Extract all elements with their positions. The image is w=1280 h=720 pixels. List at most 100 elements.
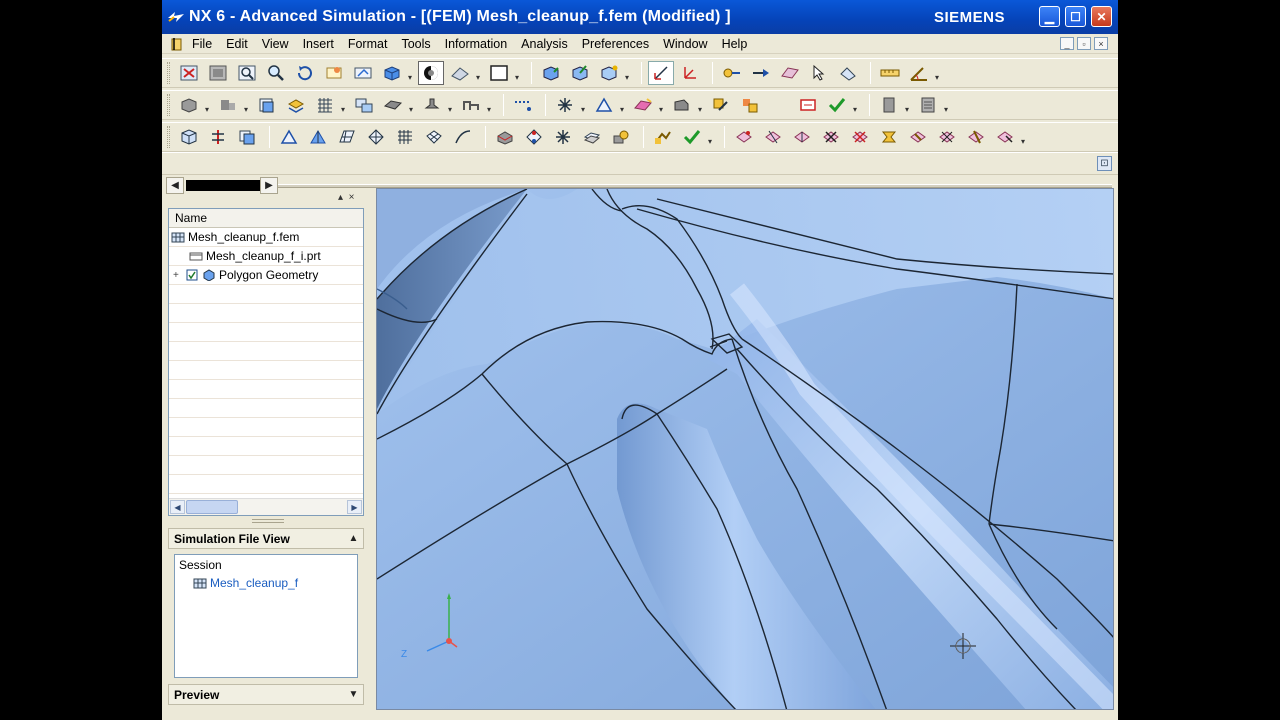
edge-merge-icon[interactable] bbox=[363, 125, 389, 149]
select-face-icon[interactable] bbox=[538, 61, 564, 85]
toolbar-grip[interactable] bbox=[167, 126, 170, 148]
point-icon[interactable] bbox=[719, 61, 745, 85]
refresh-icon[interactable] bbox=[321, 61, 347, 85]
physical-icon[interactable] bbox=[737, 93, 763, 117]
tree-item-idealized-part[interactable]: Mesh_cleanup_f_i.prt bbox=[169, 247, 363, 266]
fillet-icon[interactable] bbox=[847, 125, 873, 149]
connector-icon[interactable] bbox=[419, 93, 445, 117]
select-edge-icon[interactable] bbox=[567, 61, 593, 85]
collapse-up-icon[interactable]: ▲ bbox=[346, 531, 361, 546]
background-icon[interactable] bbox=[447, 61, 473, 85]
display-frame-dropdown[interactable]: ▾ bbox=[515, 73, 521, 82]
polygon-body-icon[interactable] bbox=[176, 125, 202, 149]
mdi-minimize-button[interactable]: _ bbox=[1060, 37, 1074, 50]
check-dropdown[interactable]: ▾ bbox=[853, 105, 859, 114]
element-edit-icon[interactable] bbox=[380, 93, 406, 117]
split-edge-icon[interactable] bbox=[492, 125, 518, 149]
auto-heal-icon[interactable] bbox=[334, 125, 360, 149]
tree-item-fem[interactable]: Mesh_cleanup_f.fem bbox=[169, 228, 363, 247]
column-header-name[interactable]: Name bbox=[169, 209, 363, 228]
panel-splitter[interactable] bbox=[252, 519, 284, 523]
reset-icon[interactable] bbox=[818, 125, 844, 149]
measure-icon[interactable] bbox=[835, 61, 861, 85]
chamfer-icon[interactable] bbox=[992, 125, 1018, 149]
tree-item-polygon-geometry[interactable]: + Polygon Geometry bbox=[169, 266, 363, 285]
resolve-icon[interactable] bbox=[650, 125, 676, 149]
filter-icon[interactable] bbox=[806, 61, 832, 85]
face-split-icon[interactable] bbox=[276, 125, 302, 149]
edge-display-icon[interactable] bbox=[418, 61, 444, 85]
fit-icon[interactable] bbox=[176, 61, 202, 85]
match-edges-icon[interactable] bbox=[550, 125, 576, 149]
menu-window[interactable]: Window bbox=[663, 37, 707, 51]
background-dropdown[interactable]: ▾ bbox=[476, 73, 482, 82]
surface-coat-icon[interactable] bbox=[630, 93, 656, 117]
minimize-button[interactable]: ▁ bbox=[1039, 6, 1060, 27]
element-create-icon[interactable] bbox=[351, 93, 377, 117]
checkbox-checked-icon[interactable] bbox=[185, 269, 199, 281]
mesh-mapped-icon[interactable] bbox=[215, 93, 241, 117]
partition-icon[interactable] bbox=[905, 125, 931, 149]
menu-information[interactable]: Information bbox=[445, 37, 508, 51]
maximize-button[interactable]: ☐ bbox=[1065, 6, 1086, 27]
snap-view-icon[interactable] bbox=[350, 61, 376, 85]
display-frame-icon[interactable] bbox=[486, 61, 512, 85]
select-node-icon[interactable] bbox=[596, 61, 622, 85]
page-icon[interactable] bbox=[795, 93, 821, 117]
grid-dropdown[interactable]: ▾ bbox=[341, 105, 347, 114]
nav-scroll-right-icon[interactable]: ▶ bbox=[260, 177, 278, 194]
abstract-icon[interactable] bbox=[608, 125, 634, 149]
check-icon[interactable] bbox=[824, 93, 850, 117]
render-style-dropdown[interactable]: ▾ bbox=[408, 73, 414, 82]
weld-dropdown[interactable]: ▾ bbox=[487, 105, 493, 114]
expand-icon[interactable]: + bbox=[173, 270, 185, 281]
zoom-window-icon[interactable] bbox=[234, 61, 260, 85]
resource-tab-track[interactable] bbox=[186, 180, 261, 191]
chamfer-icon[interactable] bbox=[876, 125, 902, 149]
node-icon[interactable] bbox=[510, 93, 536, 117]
menu-view[interactable]: View bbox=[262, 37, 289, 51]
rotate-icon[interactable] bbox=[292, 61, 318, 85]
ruler-icon[interactable] bbox=[877, 61, 903, 85]
triangle-icon[interactable] bbox=[591, 93, 617, 117]
csys-icon[interactable] bbox=[677, 61, 703, 85]
collapse-edge-icon[interactable] bbox=[450, 125, 476, 149]
vertex-icon[interactable] bbox=[392, 125, 418, 149]
wcs-icon[interactable] bbox=[648, 61, 674, 85]
tree-horizontal-scrollbar[interactable]: ◀ ▶ bbox=[169, 498, 363, 515]
page-icon[interactable] bbox=[915, 93, 941, 117]
measure-dropdown[interactable]: ▾ bbox=[935, 73, 941, 82]
connector-dropdown[interactable]: ▾ bbox=[448, 105, 454, 114]
menu-edit[interactable]: Edit bbox=[226, 37, 248, 51]
fillet-icon[interactable] bbox=[963, 125, 989, 149]
panel-pin-close-icon[interactable]: ▴ × bbox=[338, 192, 354, 203]
cleanup-icon[interactable] bbox=[305, 125, 331, 149]
vector-icon[interactable] bbox=[748, 61, 774, 85]
validate-icon[interactable] bbox=[679, 125, 705, 149]
merge-face-icon[interactable] bbox=[234, 125, 260, 149]
thickness-dropdown[interactable]: ▾ bbox=[698, 105, 704, 114]
scroll-right-icon[interactable]: ▶ bbox=[347, 500, 362, 514]
remove-icon[interactable] bbox=[789, 125, 815, 149]
spider-dropdown[interactable]: ▾ bbox=[581, 105, 587, 114]
selection-dropdown[interactable]: ▾ bbox=[625, 73, 631, 82]
menu-format[interactable]: Format bbox=[348, 37, 388, 51]
report-dropdown[interactable]: ▾ bbox=[905, 105, 911, 114]
triangle-dropdown[interactable]: ▾ bbox=[620, 105, 626, 114]
resize-handle-icon[interactable]: ⊡ bbox=[1097, 156, 1112, 171]
mesh-solid-icon[interactable] bbox=[176, 93, 202, 117]
menu-help[interactable]: Help bbox=[722, 37, 748, 51]
mdi-restore-button[interactable]: ▫ bbox=[1077, 37, 1091, 50]
menu-preferences[interactable]: Preferences bbox=[582, 37, 649, 51]
split-face-icon[interactable] bbox=[521, 125, 547, 149]
validate-dropdown[interactable]: ▾ bbox=[708, 137, 714, 146]
document-menu-icon[interactable] bbox=[170, 36, 186, 52]
mesh-solid-dropdown[interactable]: ▾ bbox=[205, 105, 211, 114]
plane-icon[interactable] bbox=[777, 61, 803, 85]
preview-header[interactable]: Preview ▼ bbox=[168, 684, 364, 705]
curve-icon[interactable] bbox=[421, 125, 447, 149]
toolbar-grip[interactable] bbox=[167, 62, 170, 84]
page-dropdown[interactable]: ▾ bbox=[944, 105, 950, 114]
session-file-item[interactable]: Mesh_cleanup_f bbox=[193, 576, 298, 590]
expand-down-icon[interactable]: ▼ bbox=[346, 687, 361, 702]
